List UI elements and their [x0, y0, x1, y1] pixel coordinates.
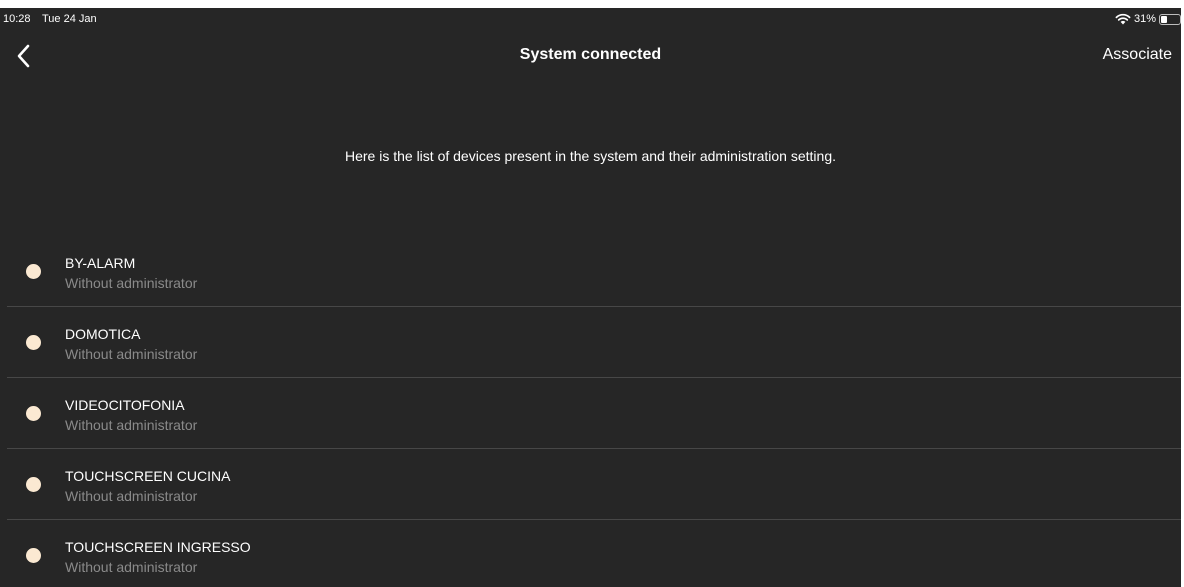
device-name: DOMOTICA — [65, 326, 141, 342]
device-row-touchscreen-ingresso[interactable]: TOUCHSCREEN INGRESSO Without administrat… — [0, 520, 1181, 587]
app-screen: 10:28 Tue 24 Jan 31% System connected As… — [0, 8, 1181, 587]
page-title: System connected — [519, 46, 662, 63]
device-row-videocitofonia[interactable]: VIDEOCITOFONIA Without administrator — [0, 378, 1181, 449]
status-time: 10:28 — [3, 13, 31, 25]
navigation-bar: System connected Associate — [0, 36, 1181, 76]
device-name: VIDEOCITOFONIA — [65, 397, 185, 413]
device-row-touchscreen-cucina[interactable]: TOUCHSCREEN CUCINA Without administrator — [0, 449, 1181, 520]
battery-icon — [1159, 13, 1181, 25]
associate-button[interactable]: Associate — [1103, 46, 1172, 64]
device-admin-status: Without administrator — [65, 488, 198, 504]
device-row-domotica[interactable]: DOMOTICA Without administrator — [0, 307, 1181, 378]
status-dot-icon — [26, 477, 41, 492]
device-name: BY-ALARM — [65, 255, 136, 271]
status-dot-icon — [26, 264, 41, 279]
battery-percent: 31% — [1133, 13, 1156, 25]
description-text: Here is the list of devices present in t… — [344, 148, 836, 164]
battery-level-fill — [1161, 15, 1167, 23]
wifi-icon — [1115, 13, 1131, 25]
status-date: Tue 24 Jan — [42, 13, 97, 25]
device-row-by-alarm[interactable]: BY-ALARM Without administrator — [0, 236, 1181, 307]
status-bar: 10:28 Tue 24 Jan 31% — [0, 8, 1181, 30]
status-dot-icon — [26, 406, 41, 421]
device-name: TOUCHSCREEN CUCINA — [65, 468, 231, 484]
device-admin-status: Without administrator — [65, 559, 198, 575]
device-admin-status: Without administrator — [65, 275, 198, 291]
device-admin-status: Without administrator — [65, 346, 198, 362]
status-dot-icon — [26, 548, 41, 563]
status-dot-icon — [26, 335, 41, 350]
device-name: TOUCHSCREEN INGRESSO — [65, 539, 251, 555]
device-list: BY-ALARM Without administrator DOMOTICA … — [0, 236, 1181, 587]
status-indicators: 31% — [1115, 12, 1181, 26]
device-admin-status: Without administrator — [65, 417, 198, 433]
